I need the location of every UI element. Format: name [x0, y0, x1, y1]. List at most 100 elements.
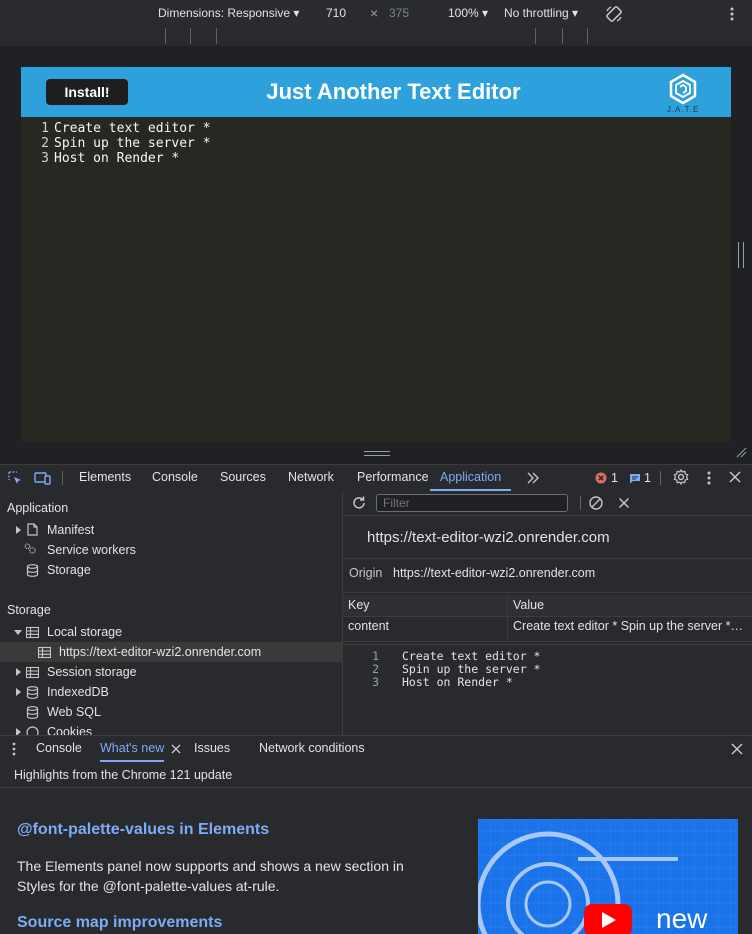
expand-arrow-icon[interactable] [16, 688, 21, 696]
editor-line: 1 Create text editor * [21, 121, 211, 136]
message-icon[interactable] [629, 473, 641, 484]
document-icon [27, 523, 38, 536]
code-editor[interactable]: 1 Create text editor * 2 Spin up the serve… [21, 121, 731, 441]
app-header: Just Another Text Editor Install! J.A.T.… [21, 67, 731, 117]
video-thumbnail[interactable]: new [478, 819, 738, 934]
tab-sources[interactable]: Sources [220, 465, 266, 491]
feature-link-font-palette[interactable]: @font-palette-values in Elements [17, 821, 269, 839]
line-number: 1 [41, 121, 49, 136]
divider [0, 787, 752, 788]
database-icon [26, 564, 39, 577]
sidebar-item-session-storage[interactable]: Session storage [47, 662, 137, 682]
sidebar-item-cookies[interactable]: Cookies [47, 722, 92, 735]
sidebar-item-indexeddb[interactable]: IndexedDB [47, 682, 109, 702]
app-title: Just Another Text Editor [266, 79, 521, 104]
corner-resize-icon[interactable] [735, 446, 747, 458]
more-options-icon[interactable] [726, 6, 738, 22]
cookie-icon [26, 726, 39, 735]
device-toggle-icon[interactable] [34, 470, 52, 486]
message-count: 1 [644, 471, 651, 485]
error-icon[interactable] [595, 472, 607, 484]
install-button[interactable]: Install! [46, 79, 128, 105]
viewport-height-input[interactable]: 375 [389, 6, 409, 20]
highlights-heading: Highlights from the Chrome 121 update [14, 768, 233, 782]
origin-title: https://text-editor-wzi2.onrender.com [367, 529, 610, 546]
settings-gear-icon[interactable] [673, 469, 689, 485]
times-symbol: × [370, 5, 379, 21]
sidebar-item-websql[interactable]: Web SQL [47, 702, 101, 722]
editor-line: 3 Host on Render * [21, 151, 179, 166]
drawer-tab-whats-new[interactable]: What's new [100, 736, 165, 762]
video-new-label: new [656, 903, 708, 934]
table-icon [26, 666, 39, 679]
tab-application[interactable]: Application [430, 465, 512, 491]
drawer-tab-issues[interactable]: Issues [194, 736, 230, 762]
origin-label: Origin [349, 566, 383, 580]
jate-app: Just Another Text Editor Install! J.A.T.… [21, 67, 731, 442]
row-key[interactable]: content [348, 616, 503, 636]
drawer-menu-icon[interactable] [9, 741, 19, 757]
editor-line: 2 Spin up the server * [21, 136, 211, 151]
viewport-width-input[interactable]: 710 [326, 6, 346, 20]
application-section-header: Application [7, 501, 69, 515]
drawer-tab-console[interactable]: Console [36, 736, 82, 762]
sidebar-item-service-workers[interactable]: Service workers [47, 540, 136, 560]
more-tabs-icon[interactable] [526, 472, 540, 484]
column-header-value[interactable]: Value [513, 595, 748, 615]
logo-text: J.A.T.E [666, 105, 700, 114]
tab-network[interactable]: Network [288, 465, 334, 491]
row-value[interactable]: Create text editor * Spin up the server … [513, 616, 743, 636]
preview-line: 3 Host on Render * [372, 675, 513, 689]
error-count: 1 [611, 471, 618, 485]
delete-selected-icon[interactable] [618, 497, 630, 509]
line-text: Spin up the server * [54, 136, 211, 151]
zoom-dropdown[interactable]: 100% ▾ [448, 6, 488, 20]
sidebar-item-local-storage[interactable]: Local storage [47, 622, 122, 642]
table-icon [38, 646, 51, 659]
clear-all-icon[interactable] [588, 495, 604, 511]
device-viewport: Just Another Text Editor Install! J.A.T.… [0, 46, 752, 464]
devtools-tabbar: Elements Console Sources Network Perform… [0, 464, 752, 492]
refresh-icon[interactable] [351, 495, 367, 511]
sidebar-item-manifest[interactable]: Manifest [47, 520, 94, 540]
database-icon [26, 686, 39, 699]
tab-performance[interactable]: Performance [357, 465, 429, 491]
inspect-element-icon[interactable] [7, 470, 23, 486]
expand-arrow-icon[interactable] [16, 526, 21, 534]
line-number: 3 [41, 151, 49, 166]
close-tab-icon[interactable] [171, 744, 181, 754]
origin-value: https://text-editor-wzi2.onrender.com [393, 566, 596, 580]
customize-devtools-icon[interactable] [703, 470, 715, 486]
drawer-tabbar: Console What's new Issues Network condit… [0, 735, 752, 763]
whats-new-panel: Highlights from the Chrome 121 update @f… [0, 762, 752, 934]
line-text: Create text editor * [54, 121, 211, 136]
close-devtools-icon[interactable] [729, 471, 741, 483]
close-drawer-icon[interactable] [731, 743, 743, 755]
viewport-resize-handle-bottom[interactable] [364, 451, 390, 456]
line-text: Host on Render * [54, 151, 180, 166]
storage-view: https://text-editor-wzi2.onrender.com Or… [343, 491, 752, 735]
media-query-ruler [0, 28, 752, 47]
youtube-play-icon[interactable] [583, 903, 633, 934]
gears-icon [24, 543, 36, 554]
sidebar-item-storage[interactable]: Storage [47, 560, 91, 580]
dimensions-dropdown[interactable]: Dimensions: Responsive ▾ [158, 6, 299, 20]
value-preview: 1 Create text editor * 2 Spin up the serve… [343, 650, 752, 730]
tab-console[interactable]: Console [152, 465, 198, 491]
table-icon [26, 626, 39, 639]
feature-link-source-maps[interactable]: Source map improvements [17, 914, 222, 932]
filter-input[interactable] [376, 494, 568, 512]
storage-section-header: Storage [7, 603, 51, 617]
drawer-tab-network-conditions[interactable]: Network conditions [259, 736, 365, 762]
expand-arrow-icon[interactable] [16, 668, 21, 676]
sidebar-item-local-origin[interactable]: https://text-editor-wzi2.onrender.com [59, 642, 261, 662]
device-toolbar: Dimensions: Responsive ▾ 710 × 375 100% … [0, 0, 752, 28]
viewport-resize-handle-right[interactable] [738, 242, 744, 268]
collapse-arrow-icon[interactable] [14, 630, 22, 635]
column-header-key[interactable]: Key [348, 595, 503, 615]
rotate-icon[interactable] [604, 4, 624, 24]
expand-arrow-icon[interactable] [16, 728, 21, 735]
throttling-dropdown[interactable]: No throttling ▾ [504, 6, 578, 20]
tab-elements[interactable]: Elements [79, 465, 131, 491]
application-sidebar: Application Manifest Service workers Sto… [0, 491, 343, 735]
